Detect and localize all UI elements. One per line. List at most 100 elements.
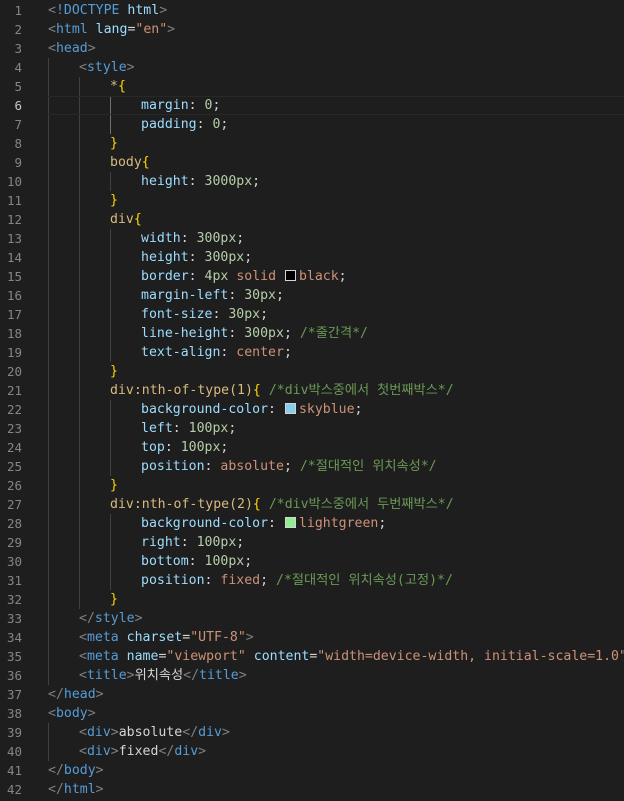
line-number[interactable]: 10	[0, 172, 22, 191]
code-token: absolute	[118, 725, 183, 740]
line-number[interactable]: 21	[0, 381, 22, 400]
line-number[interactable]: 25	[0, 457, 22, 476]
code-token: </	[79, 611, 95, 626]
code-line[interactable]: background-color: skyblue;	[141, 400, 362, 419]
line-number[interactable]: 4	[0, 58, 22, 77]
code-token: :	[180, 231, 197, 246]
code-line[interactable]: margin-left: 30px;	[141, 286, 284, 305]
line-number[interactable]: 23	[0, 419, 22, 438]
code-line[interactable]: *{	[110, 77, 126, 96]
code-line[interactable]: </style>	[79, 609, 143, 628]
line-number[interactable]: 29	[0, 533, 22, 552]
line-number[interactable]: 42	[0, 780, 22, 799]
line-number[interactable]: 5	[0, 77, 22, 96]
code-line[interactable]: }	[110, 134, 118, 153]
code-line[interactable]: width: 300px;	[141, 229, 244, 248]
code-line[interactable]: top: 100px;	[141, 438, 228, 457]
line-number[interactable]: 2	[0, 20, 22, 39]
line-number[interactable]: 38	[0, 704, 22, 723]
line-number[interactable]: 26	[0, 476, 22, 495]
line-number[interactable]: 20	[0, 362, 22, 381]
line-number[interactable]: 33	[0, 609, 22, 628]
code-line[interactable]: border: 4px solid black;	[141, 267, 347, 286]
code-line[interactable]: padding: 0;	[141, 115, 228, 134]
line-number[interactable]: 13	[0, 229, 22, 248]
line-number[interactable]: 31	[0, 571, 22, 590]
code-line[interactable]: }	[110, 191, 118, 210]
line-number[interactable]: 12	[0, 210, 22, 229]
code-line[interactable]: <body>	[48, 704, 96, 723]
line-number[interactable]: 34	[0, 628, 22, 647]
code-line[interactable]: <meta charset="UTF-8">	[79, 628, 254, 647]
code-line[interactable]: <meta name="viewport" content="width=dev…	[79, 647, 624, 666]
line-number[interactable]: 7	[0, 115, 22, 134]
code-line[interactable]: </head>	[48, 685, 104, 704]
code-line[interactable]: }	[110, 590, 118, 609]
line-number[interactable]: 8	[0, 134, 22, 153]
color-swatch[interactable]	[284, 403, 296, 414]
code-token: /*줄간격*/	[299, 326, 368, 341]
line-number[interactable]: 19	[0, 343, 22, 362]
code-line[interactable]: line-height: 300px; /*줄간격*/	[141, 324, 368, 343]
line-number[interactable]: 36	[0, 666, 22, 685]
line-number[interactable]: 39	[0, 723, 22, 742]
line-number[interactable]: 27	[0, 495, 22, 514]
code-line[interactable]: </body>	[48, 761, 104, 780]
code-line[interactable]: <div>fixed</div>	[79, 742, 206, 761]
line-number[interactable]: 18	[0, 324, 22, 343]
code-token: top	[141, 440, 165, 455]
code-line[interactable]: position: fixed; /*절대적인 위치속성(고정)*/	[141, 571, 453, 590]
code-line[interactable]: right: 100px;	[141, 533, 244, 552]
code-line[interactable]: div:nth-of-type(2){ /*div박스중에서 두번째박스*/	[110, 495, 454, 514]
line-number[interactable]: 16	[0, 286, 22, 305]
line-number[interactable]: 40	[0, 742, 22, 761]
code-line[interactable]: left: 100px;	[141, 419, 236, 438]
line-number[interactable]: 37	[0, 685, 22, 704]
line-number[interactable]: 35	[0, 647, 22, 666]
code-line[interactable]: div{	[110, 210, 142, 229]
code-line[interactable]: <html lang="en">	[48, 20, 175, 39]
code-token: }	[110, 193, 118, 208]
line-number[interactable]: 1	[0, 1, 22, 20]
code-line[interactable]: font-size: 30px;	[141, 305, 268, 324]
code-line[interactable]: <!DOCTYPE html>	[48, 1, 167, 20]
line-number[interactable]: 41	[0, 761, 22, 780]
code-editor[interactable]: 1 2 3 4 5 6 7 8 9 10 11 12 13 14 15 16 17 18 19 20 21 22 23 24 2…	[0, 0, 624, 801]
code-token: ;	[276, 288, 284, 303]
code-line[interactable]: body{	[110, 153, 150, 172]
code-line[interactable]: <head>	[48, 39, 96, 58]
code-token: meta	[86, 649, 119, 664]
line-number[interactable]: 3	[0, 39, 22, 58]
color-swatch[interactable]	[284, 270, 296, 281]
code-line[interactable]: text-align: center;	[141, 343, 292, 362]
line-number[interactable]: 28	[0, 514, 22, 533]
line-number[interactable]: 24	[0, 438, 22, 457]
code-line[interactable]: }	[110, 362, 118, 381]
line-number[interactable]: 6	[0, 96, 22, 115]
line-number[interactable]: 9	[0, 153, 22, 172]
line-number[interactable]: 30	[0, 552, 22, 571]
code-area[interactable]: <!DOCTYPE html> <html lang="en"> <head> <st…	[48, 0, 624, 801]
line-number[interactable]: 15	[0, 267, 22, 286]
line-number[interactable]: 22	[0, 400, 22, 419]
code-line[interactable]: height: 300px;	[141, 248, 252, 267]
line-number[interactable]: 17	[0, 305, 22, 324]
line-number[interactable]: 11	[0, 191, 22, 210]
current-line-highlight	[48, 96, 624, 115]
code-line[interactable]: <style>	[79, 58, 135, 77]
code-token: 100px	[196, 535, 237, 550]
line-number[interactable]: 14	[0, 248, 22, 267]
code-line[interactable]: position: absolute; /*절대적인 위치속성*/	[141, 457, 437, 476]
code-line[interactable]: <title>위치속성</title>	[79, 666, 247, 685]
code-token: ;	[260, 573, 277, 588]
code-line[interactable]: bottom: 100px;	[141, 552, 252, 571]
line-number[interactable]: 32	[0, 590, 22, 609]
code-line[interactable]: <div>absolute</div>	[79, 723, 230, 742]
code-line[interactable]: height: 3000px;	[141, 172, 260, 191]
code-line[interactable]: background-color: lightgreen;	[141, 514, 386, 533]
code-line[interactable]: </html>	[48, 780, 104, 799]
code-line[interactable]: div:nth-of-type(1){ /*div박스중에서 첫번째박스*/	[110, 381, 454, 400]
color-swatch[interactable]	[284, 517, 296, 528]
code-line[interactable]: }	[110, 476, 118, 495]
